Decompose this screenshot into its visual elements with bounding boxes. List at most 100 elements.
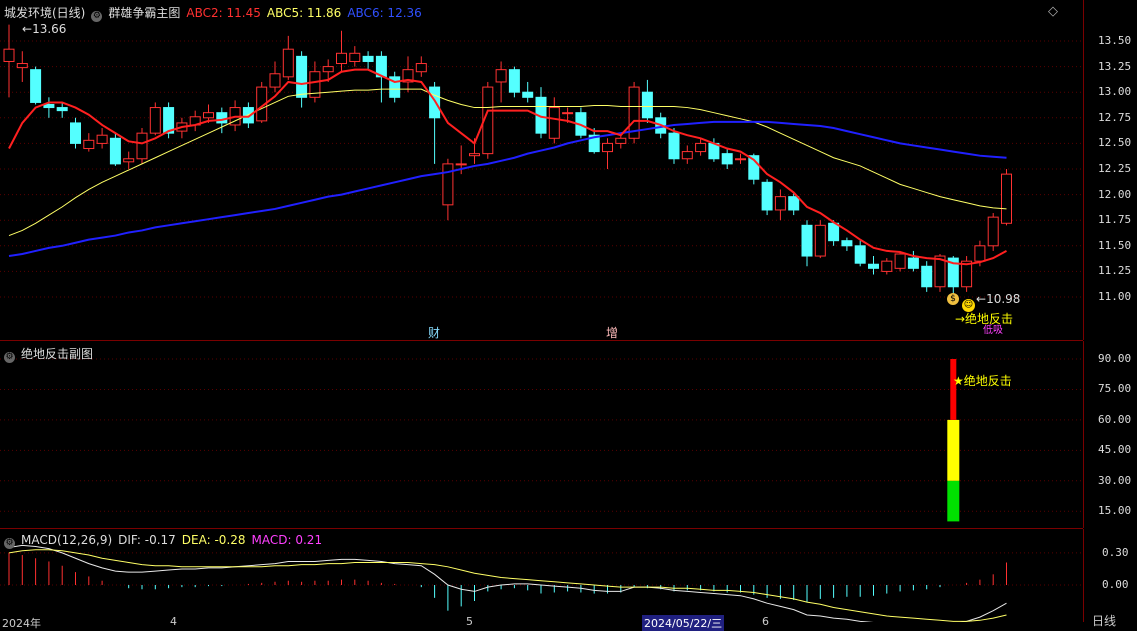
candle-body: [3, 48, 15, 62]
signal-sub: 低吸: [983, 325, 1003, 336]
y-tick: 30.00: [1098, 473, 1132, 487]
dea-value: DEA: -0.28: [181, 533, 246, 547]
sub-bar-red: [950, 359, 957, 420]
macd-dropdown-icon[interactable]: ⚙: [4, 538, 15, 549]
y-tick: 13.00: [1098, 85, 1132, 99]
date-cursor-label: 2024/05/22/三: [642, 615, 725, 631]
candle-body: [508, 69, 520, 93]
candle-body: [641, 91, 653, 119]
y-tick: 12.50: [1098, 136, 1132, 150]
candle-body: [96, 134, 108, 144]
money-bag-icon: $: [947, 293, 959, 305]
candle-body: [681, 151, 693, 160]
y-tick: 11.25: [1098, 264, 1132, 278]
smiley-icon: ☺: [962, 299, 975, 312]
candle-body: [70, 122, 81, 144]
sub-bar-yellow: [947, 419, 960, 481]
candle-body: [415, 63, 427, 73]
stock-title[interactable]: 城发环境(日线): [4, 6, 85, 20]
dif-line: [8, 544, 1007, 622]
candle-body: [30, 69, 42, 103]
candle-body: [721, 153, 733, 165]
main-header: 城发环境(日线) ⚙ 群雄争霸主图 ABC2: 11.45 ABC5: 11.86 ABC…: [4, 4, 428, 22]
y-tick: 0.00: [1102, 578, 1129, 591]
candle-body: [894, 253, 906, 269]
candle-body: [522, 91, 534, 98]
diamond-icon[interactable]: ◇: [1048, 4, 1058, 19]
dif-value: DIF: -0.17: [118, 533, 176, 547]
low-marker: ←10.98: [976, 292, 1021, 306]
candle-body: [735, 158, 746, 161]
candle-body: [868, 263, 879, 269]
macd-panel[interactable]: ⚙ MACD(12,26,9) DIF: -0.17 DEA: -0.28 MACD: …: [0, 529, 1083, 631]
y-tick: 45.00: [1098, 443, 1132, 457]
y-tick: 12.25: [1098, 162, 1132, 175]
candle-body: [774, 196, 786, 211]
candle-body: [83, 139, 95, 150]
star-label: ★绝地反击: [953, 374, 1012, 388]
candle-body: [322, 66, 334, 73]
candle-body: [123, 158, 135, 163]
candle-body: [668, 132, 680, 160]
sub-chart[interactable]: [0, 341, 1083, 528]
candle-body: [828, 222, 840, 242]
candle-body: [788, 196, 800, 211]
y-tick: 12.75: [1098, 110, 1132, 124]
candle-body: [761, 181, 773, 211]
sub-dropdown-icon[interactable]: ⚙: [4, 352, 15, 363]
candle-body: [495, 69, 507, 83]
candle-body: [469, 153, 480, 157]
candle-body: [282, 48, 294, 78]
macd-y-axis: 0.30 0.00 日线: [1083, 529, 1137, 628]
macd-value: MACD: 0.21: [251, 533, 323, 547]
candle-body: [442, 163, 454, 206]
period-label[interactable]: 日线: [1092, 612, 1116, 629]
candle-body: [615, 137, 627, 144]
sub-bar-green: [947, 480, 960, 522]
abc6-line: [8, 120, 1007, 258]
candle-body: [455, 163, 467, 166]
event-zeng[interactable]: 增: [606, 324, 618, 341]
y-tick: 13.50: [1098, 34, 1132, 47]
abc2-line: [8, 68, 1007, 266]
candle-body: [349, 52, 361, 62]
indicator-name[interactable]: 群雄争霸主图: [108, 6, 180, 20]
high-marker: ←13.66: [22, 22, 67, 36]
y-tick: 11.00: [1098, 290, 1132, 303]
abc6-value: ABC6: 12.36: [347, 6, 422, 20]
main-price-panel[interactable]: 城发环境(日线) ⚙ 群雄争霸主图 ABC2: 11.45 ABC5: 11.86 ABC…: [0, 0, 1083, 341]
candle-body: [149, 107, 161, 134]
sub-title[interactable]: 绝地反击副图: [21, 347, 93, 361]
candle-body: [814, 224, 826, 257]
candle-body: [854, 245, 866, 264]
macd-header: ⚙ MACD(12,26,9) DIF: -0.17 DEA: -0.28 MACD: …: [4, 533, 328, 549]
date-label-0: 2024年: [2, 617, 41, 630]
candle-body: [841, 240, 853, 247]
event-cai[interactable]: 财: [428, 324, 440, 341]
macd-title[interactable]: MACD(12,26,9): [21, 533, 112, 547]
candle-body: [56, 107, 68, 112]
y-tick: 11.75: [1098, 213, 1132, 227]
sub-header: ⚙ 绝地反击副图: [4, 345, 99, 363]
y-tick: 60.00: [1098, 412, 1132, 426]
candle-body: [548, 107, 560, 139]
high-marker-value: 13.66: [32, 22, 67, 36]
candle-body: [16, 63, 28, 69]
candle-body: [203, 112, 214, 119]
candle-body: [362, 55, 374, 62]
candle-body: [602, 142, 613, 153]
candle-body: [336, 52, 347, 65]
candle-body: [921, 265, 933, 288]
indicator-dropdown-icon[interactable]: ⚙: [91, 11, 103, 22]
sub-indicator-panel[interactable]: ⚙ 绝地反击副图 ★绝地反击: [0, 341, 1083, 529]
candle-body: [974, 245, 986, 262]
candle-body: [269, 73, 281, 88]
abc5-value: ABC5: 11.86: [266, 6, 342, 20]
candle-body: [987, 216, 999, 247]
candle-body: [907, 257, 919, 269]
abc2-value: ABC2: 11.45: [186, 6, 261, 20]
y-tick: 13.25: [1098, 59, 1132, 73]
y-tick: 12.00: [1098, 187, 1132, 201]
price-chart[interactable]: [0, 0, 1083, 340]
dea-line: [8, 549, 1007, 622]
